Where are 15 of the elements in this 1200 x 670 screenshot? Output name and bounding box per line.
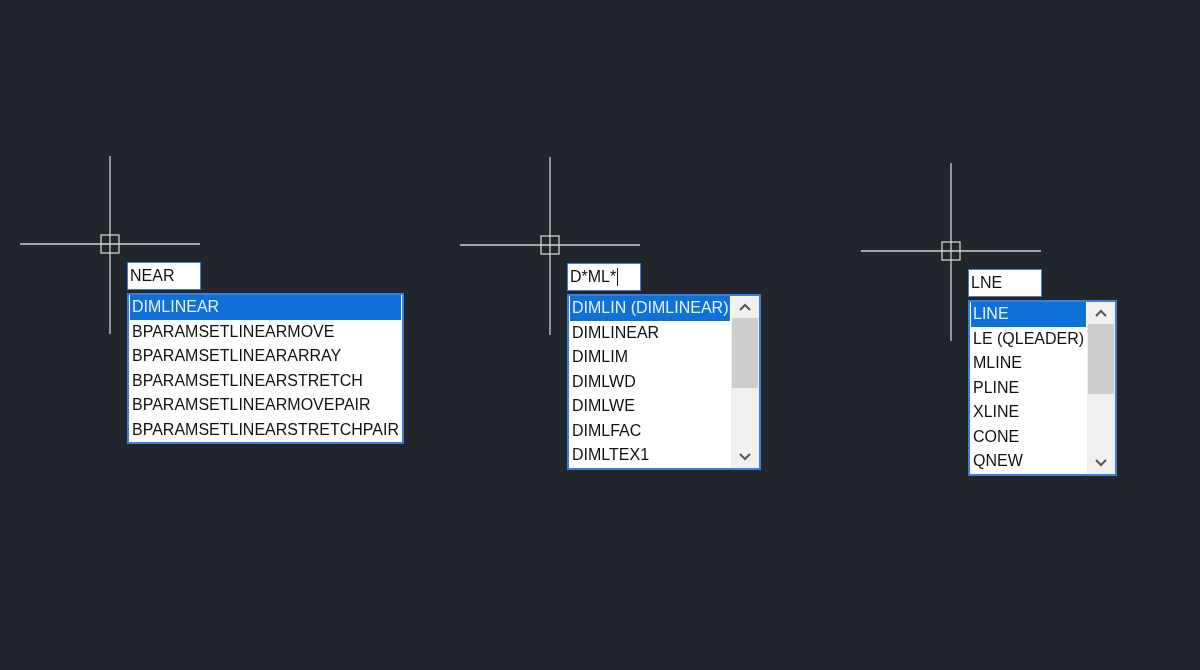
scroll-bar[interactable] [1087,302,1116,474]
scroll-thumb[interactable] [732,318,759,388]
command-input-field[interactable]: LNE [968,269,1042,297]
text-caret [617,268,619,286]
command-input-field[interactable]: D*ML* [567,263,641,291]
scroll-down-icon[interactable] [738,451,753,462]
suggestion-item[interactable]: DIMLIN (DIMLINEAR) [570,296,731,321]
scroll-down-icon[interactable] [1094,457,1109,468]
scroll-up-icon[interactable] [738,302,753,312]
suggestion-item[interactable]: LINE [971,302,1087,327]
suggestion-item[interactable]: DIMLINEAR [130,295,401,320]
command-input-field[interactable]: NEAR [127,262,201,290]
scroll-bar[interactable] [731,296,760,468]
scroll-up-icon[interactable] [1094,308,1109,318]
scroll-thumb[interactable] [1088,324,1115,394]
